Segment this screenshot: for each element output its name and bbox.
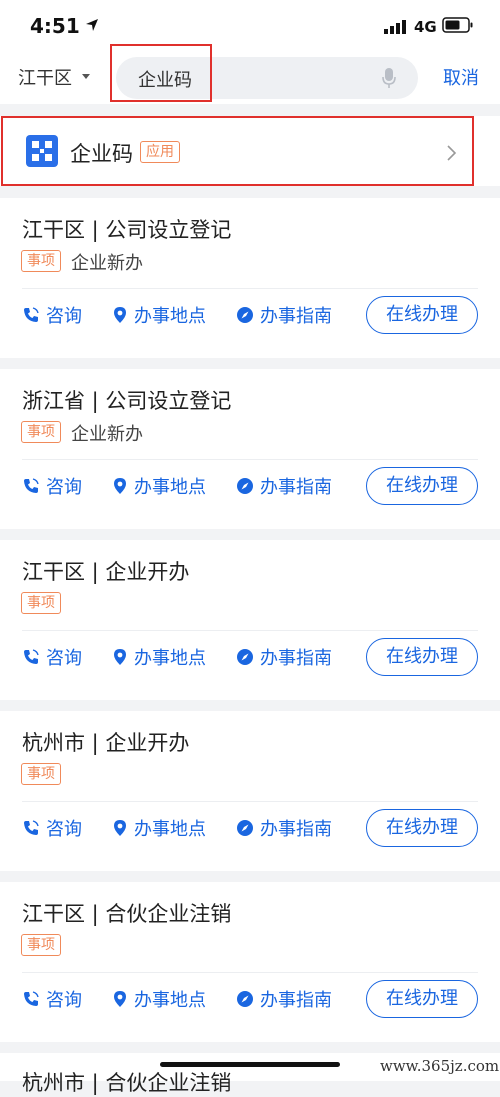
location-label: 办事地点 [134,306,206,327]
phone-icon [24,991,39,1006]
online-apply-button[interactable]: 在线办理 [366,809,478,847]
result-title[interactable]: 江干区 | 合伙企业注销 [22,898,231,928]
result-title[interactable]: 杭州市 | 合伙企业注销 [22,1067,231,1097]
online-apply-button[interactable]: 在线办理 [366,296,478,334]
item-type-tag: 事项 [21,250,61,272]
result-title[interactable]: 江干区 | 公司设立登记 [22,214,231,244]
guide-action[interactable]: 办事指南 [236,473,332,499]
location-action[interactable]: 办事地点 [112,644,206,670]
result-title[interactable]: 江干区 | 企业开办 [22,556,189,586]
location-action[interactable]: 办事地点 [112,473,206,499]
card-divider [22,801,478,802]
consult-label: 咨询 [46,306,82,327]
caret-down-icon[interactable] [82,74,90,79]
location-label: 办事地点 [134,819,206,840]
network-type: 4G [414,18,437,36]
search-header: 江干区 企业码 取消 [0,52,500,104]
consult-label: 咨询 [46,648,82,669]
guide-action[interactable]: 办事指南 [236,302,332,328]
consult-action[interactable]: 咨询 [22,986,82,1012]
online-apply-button[interactable]: 在线办理 [366,980,478,1018]
map-pin-icon [114,307,126,323]
card-divider [22,630,478,631]
item-type-tag: 事项 [21,763,61,785]
map-pin-icon [114,991,126,1007]
microphone-icon[interactable] [382,67,396,89]
card-divider [22,288,478,289]
map-pin-icon [114,649,126,665]
consult-label: 咨询 [46,819,82,840]
consult-action[interactable]: 咨询 [22,815,82,841]
result-subtitle: 企业新办 [71,253,143,274]
map-pin-icon [114,820,126,836]
consult-label: 咨询 [46,477,82,498]
consult-action[interactable]: 咨询 [22,644,82,670]
phone-icon [24,649,39,664]
consult-label: 咨询 [46,990,82,1011]
card-divider [22,459,478,460]
compass-icon [237,307,253,323]
phone-icon [24,478,39,493]
search-highlight-box [110,44,212,102]
online-apply-button[interactable]: 在线办理 [366,638,478,676]
location-arrow-icon [86,19,98,31]
card-divider [22,972,478,973]
result-card[interactable]: 江干区 | 公司设立登记 事项 企业新办 咨询 办事地点 办事指南 在线办理 [0,198,500,358]
home-indicator[interactable] [160,1062,340,1067]
location-action[interactable]: 办事地点 [112,986,206,1012]
location-action[interactable]: 办事地点 [112,815,206,841]
consult-action[interactable]: 咨询 [22,473,82,499]
result-card[interactable]: 杭州市 | 企业开办 事项 咨询 办事地点 办事指南 在线办理 [0,711,500,871]
result-card[interactable]: 浙江省 | 公司设立登记 事项 企业新办 咨询 办事地点 办事指南 在线办理 [0,369,500,529]
region-selector[interactable]: 江干区 [18,64,72,90]
guide-label: 办事指南 [260,477,332,498]
item-type-tag: 事项 [21,934,61,956]
guide-action[interactable]: 办事指南 [236,815,332,841]
watermark: www.365jz.com [374,1053,500,1079]
location-action[interactable]: 办事地点 [112,302,206,328]
guide-label: 办事指南 [260,819,332,840]
result-subtitle: 企业新办 [71,424,143,445]
location-label: 办事地点 [134,648,206,669]
result-card[interactable]: 江干区 | 合伙企业注销 事项 咨询 办事地点 办事指南 在线办理 [0,882,500,1042]
compass-icon [237,478,253,494]
guide-action[interactable]: 办事指南 [236,644,332,670]
guide-label: 办事指南 [260,648,332,669]
result-card[interactable]: 江干区 | 企业开办 事项 咨询 办事地点 办事指南 在线办理 [0,540,500,700]
compass-icon [237,820,253,836]
location-label: 办事地点 [134,477,206,498]
result-title[interactable]: 浙江省 | 公司设立登记 [22,385,231,415]
guide-action[interactable]: 办事指南 [236,986,332,1012]
phone-icon [24,820,39,835]
location-label: 办事地点 [134,990,206,1011]
app-result-highlight-box [1,116,474,186]
guide-label: 办事指南 [260,990,332,1011]
compass-icon [237,649,253,665]
guide-label: 办事指南 [260,306,332,327]
signal-icon [384,20,406,34]
status-time: 4:51 [30,14,80,38]
battery-icon [442,17,473,33]
online-apply-button[interactable]: 在线办理 [366,467,478,505]
result-title[interactable]: 杭州市 | 企业开办 [22,727,189,757]
consult-action[interactable]: 咨询 [22,302,82,328]
status-bar: 4:51 4G [0,0,500,52]
phone-icon [24,307,39,322]
item-type-tag: 事项 [21,592,61,614]
item-type-tag: 事项 [21,421,61,443]
cancel-button[interactable]: 取消 [443,64,479,90]
compass-icon [237,991,253,1007]
map-pin-icon [114,478,126,494]
